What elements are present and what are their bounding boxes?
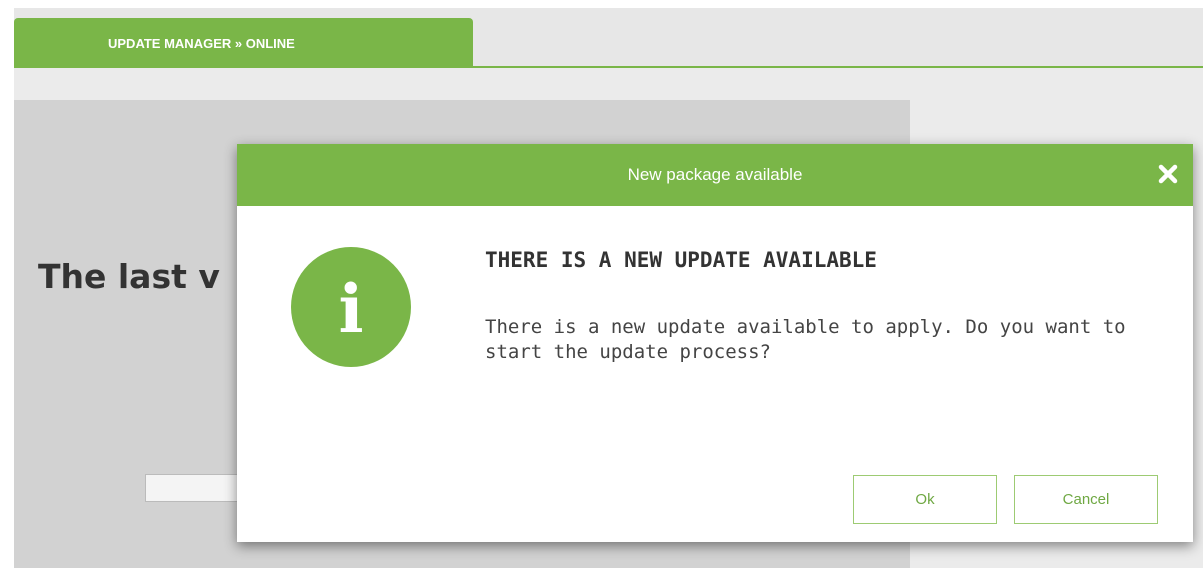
close-icon [1158, 164, 1178, 184]
tab-label: UPDATE MANAGER » ONLINE [108, 35, 295, 51]
update-dialog: New package available i THERE IS A NEW U… [237, 144, 1193, 542]
dialog-message: There is a new update available to apply… [485, 316, 1126, 363]
dialog-title: New package available [627, 165, 803, 184]
ok-button[interactable]: Ok [853, 475, 997, 524]
info-icon-glyph: i [338, 270, 364, 348]
tab-update-manager-online[interactable]: UPDATE MANAGER » ONLINE [14, 18, 473, 68]
background-page-title: The last v [38, 257, 220, 296]
info-icon: i [291, 247, 411, 367]
cancel-button[interactable]: Cancel [1014, 475, 1158, 524]
dialog-heading: THERE IS A NEW UPDATE AVAILABLE [485, 248, 877, 272]
close-button[interactable] [1155, 161, 1181, 187]
